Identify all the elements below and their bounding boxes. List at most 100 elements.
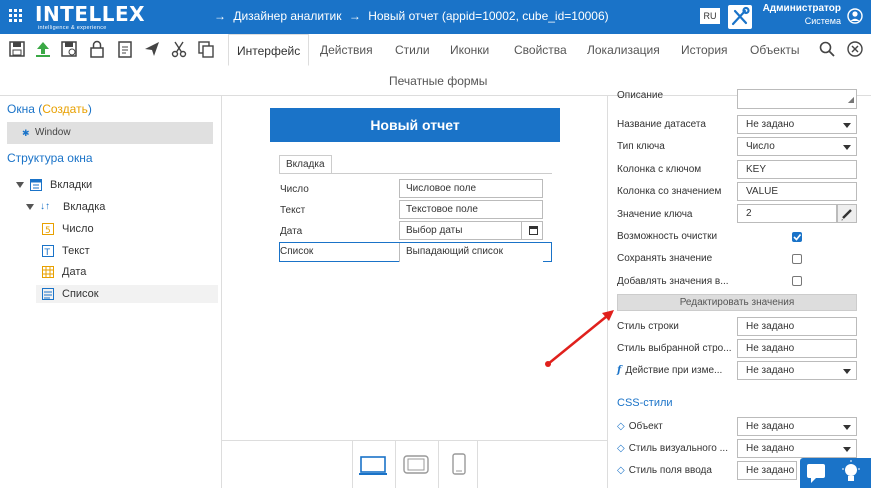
tabs-icon [30,179,42,191]
value-column-input[interactable]: VALUE [737,182,857,201]
add-values-checkbox[interactable] [792,276,802,286]
expand-arrow-icon[interactable] [16,182,24,188]
tree-item-label: Текст [62,245,90,257]
sort-arrows-icon: ↓↑ [40,201,50,212]
field-label-date: Дата [280,226,303,237]
tab-styles[interactable]: Стили [395,34,430,66]
form-title[interactable]: Новый отчет [270,108,560,142]
dropdown-field[interactable]: Выпадающий список [399,243,543,262]
key-type-select[interactable]: Число [737,137,857,156]
tree-item-tabs[interactable]: Вкладки [16,176,216,194]
copy-icon[interactable] [197,40,215,58]
list-icon [42,288,54,300]
key-column-input[interactable]: KEY [737,160,857,179]
desktop-preview-icon[interactable] [352,441,392,488]
tree-item-text[interactable]: T Текст [42,242,216,260]
save-value-checkbox[interactable] [792,254,802,264]
prop-label-description: Описание [617,90,664,101]
tab-objects[interactable]: Объекты [750,34,800,66]
breadcrumb-parent[interactable]: Дизайнер аналитик [233,9,341,23]
object-style-select[interactable]: Не задано [737,417,857,436]
annotation-arrow [545,310,614,367]
tree-item-tab[interactable]: ↓↑ Вкладка [26,198,216,216]
svg-text:T: T [44,248,51,257]
save-as-icon[interactable] [60,40,78,58]
edit-values-button[interactable]: Редактировать значения [617,294,857,311]
paint-bucket-icon: ◇ [617,443,625,454]
logo[interactable]: INTELLEX intelligence & experience [35,3,145,31]
menu-grid-icon[interactable] [9,9,23,23]
row-style-input[interactable]: Не задано [737,317,857,336]
svg-text:5: 5 [45,226,51,235]
window-list-item[interactable]: ✱ Window [7,122,213,144]
prop-label-save-value: Сохранять значение [617,253,713,264]
phone-preview-icon[interactable] [438,441,478,488]
calendar-grid-icon [42,266,54,278]
tab-divider [279,173,552,174]
create-window-link[interactable]: Создать [42,102,88,116]
description-textarea[interactable]: ◢ [737,89,857,109]
prop-label-selected-row-style: Стиль выбранной стро... [617,343,732,354]
star-icon: ✱ [22,128,30,138]
send-icon[interactable] [143,40,161,58]
tree-item-list[interactable]: Список [36,285,218,303]
tree-item-number[interactable]: 5 Число [42,220,216,238]
key-value-input[interactable]: 2 [737,204,837,223]
windows-title-paren: ) [87,102,92,116]
edit-pencil-icon[interactable] [837,204,857,223]
tree-item-date[interactable]: Дата [42,263,216,281]
prop-label-visual-style: ◇ Стиль визуального ... [617,443,728,454]
visual-style-select[interactable]: Не задано [737,439,857,458]
tab-localization[interactable]: Локализация [587,34,660,66]
clear-checkbox[interactable] [792,232,802,242]
number-field[interactable]: Числовое поле [399,179,543,198]
css-styles-title: CSS-стили [617,397,673,409]
tab-interface[interactable]: Интерфейс [228,34,310,66]
selected-row-style-input[interactable]: Не задано [737,339,857,358]
form-tab[interactable]: Вкладка [279,155,332,173]
save-icon[interactable] [8,40,26,58]
visual-style-label-text: Стиль визуального ... [628,443,728,454]
tab-print-forms[interactable]: Печатные формы [389,74,487,88]
publish-upload-icon[interactable] [34,40,52,58]
user-role: Система [804,16,841,26]
report-icon[interactable] [116,40,134,58]
cut-icon[interactable] [170,40,188,58]
input-style-label-text: Стиль поля ввода [628,465,712,476]
dataset-select[interactable]: Не задано [737,115,857,134]
tablet-preview-icon[interactable] [395,441,435,488]
user-info[interactable]: Администратор Система [757,3,841,27]
breadcrumb-arrow: → [214,9,226,23]
user-avatar-icon[interactable] [847,8,863,24]
close-icon[interactable] [847,41,863,57]
text-field[interactable]: Текстовое поле [399,200,543,219]
field-label-number: Число [280,184,309,195]
design-canvas: Новый отчет Вкладка Число Числовое поле … [221,96,608,488]
windows-title-text: Окна ( [7,102,43,116]
prop-label-add-values: Добавлять значения в... [617,276,729,287]
on-change-select[interactable]: Не задано [737,361,857,380]
tab-properties[interactable]: Свойства [514,34,567,66]
tree-item-label: Вкладка [63,201,106,213]
tab-icons[interactable]: Иконки [450,34,489,66]
prop-label-value-column: Колонка со значением [617,186,722,197]
admin-tools-icon[interactable] [728,5,752,29]
breadcrumb-current: Новый отчет (appid=10002, cube_id=10006) [368,9,609,23]
prop-label-clear: Возможность очистки [617,231,718,242]
prop-label-key-column: Колонка с ключом [617,164,702,175]
calendar-icon[interactable] [521,221,543,240]
windows-title: Окна (Создать) [7,102,92,116]
expand-arrow-icon[interactable] [26,204,34,210]
tab-history[interactable]: История [681,34,728,66]
tab-actions[interactable]: Действия [320,34,373,66]
field-label-list: Список [280,246,314,257]
device-preview-bar [222,440,607,488]
search-icon[interactable] [819,41,835,57]
lock-icon[interactable] [88,40,106,58]
language-switch[interactable]: RU [700,8,720,24]
chat-icon[interactable] [800,458,832,488]
structure-title: Структура окна [7,151,93,165]
input-style-select[interactable]: Не задано [737,461,797,480]
toolbar: Интерфейс Действия Стили Иконки Свойства… [0,34,871,96]
lightbulb-icon[interactable] [832,458,871,488]
